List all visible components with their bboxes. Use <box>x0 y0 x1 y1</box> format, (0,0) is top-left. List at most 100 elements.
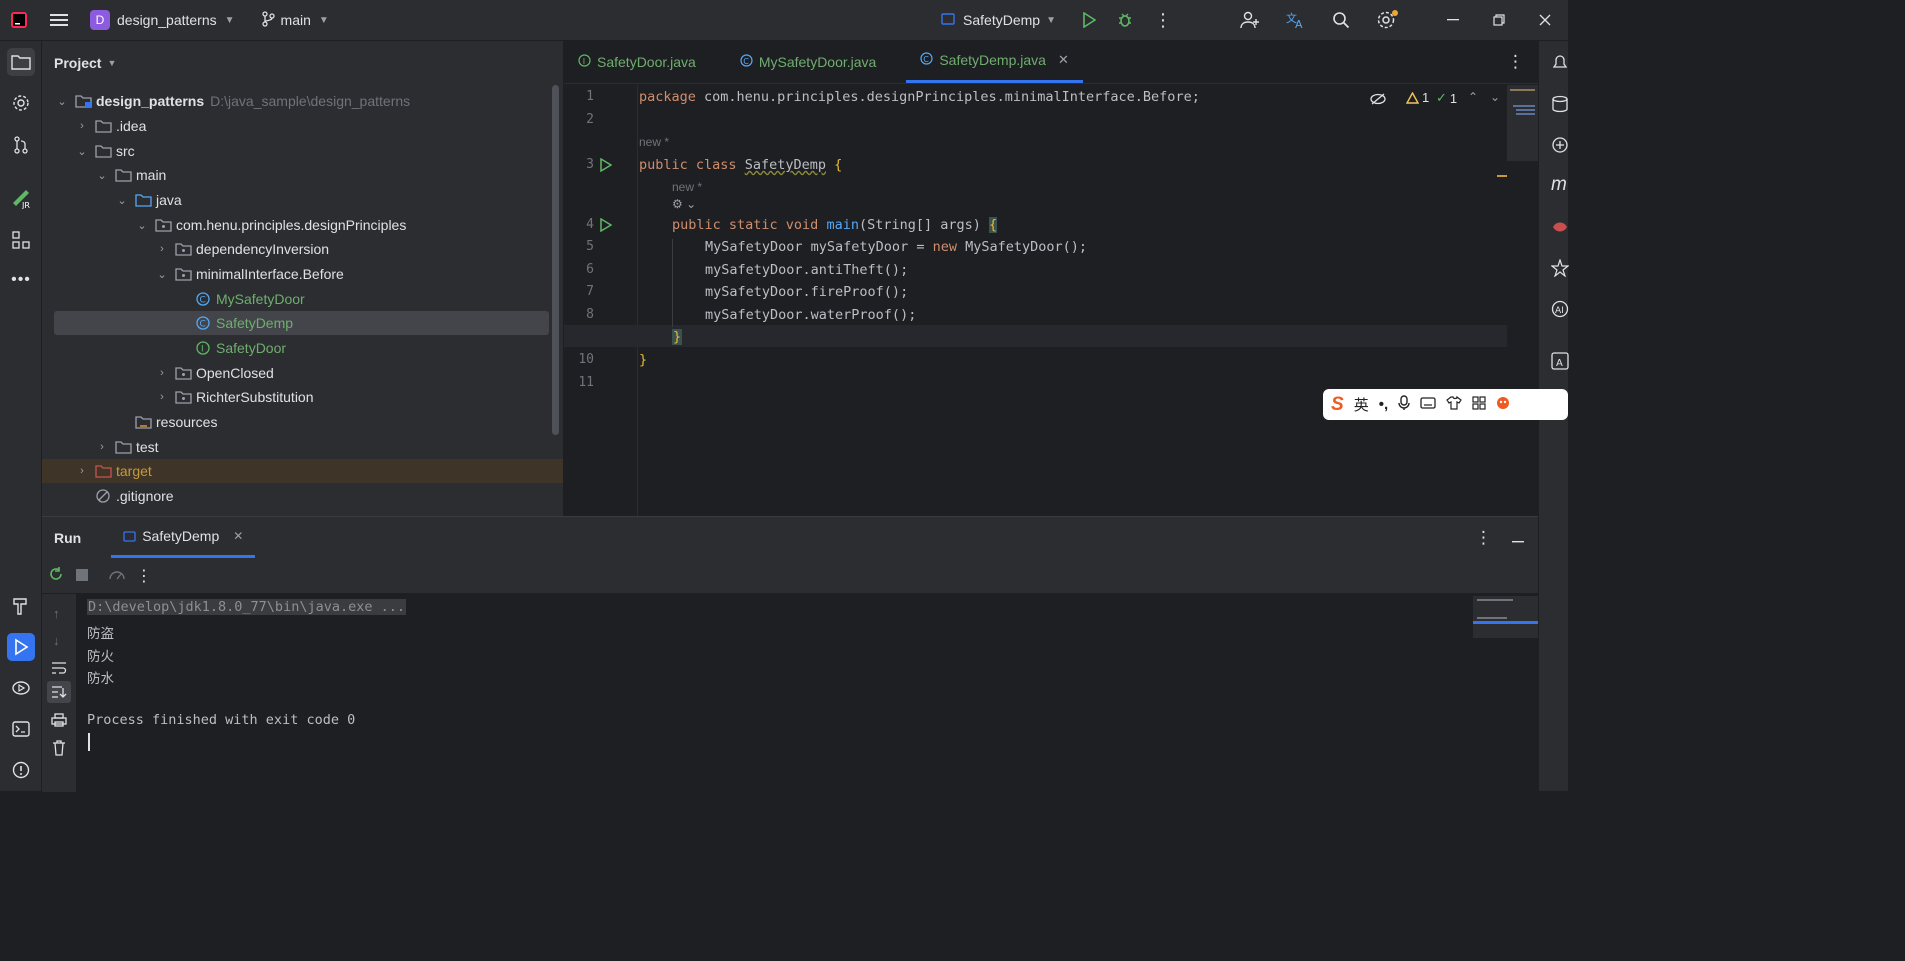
terminal-icon[interactable] <box>7 715 35 743</box>
keyboard-icon[interactable] <box>1420 396 1436 413</box>
run-main-gutter-icon[interactable] <box>600 217 613 235</box>
run-button[interactable] <box>1076 0 1102 41</box>
run-tool-icon[interactable] <box>7 633 35 661</box>
ai-assistant-icon[interactable] <box>1551 136 1569 157</box>
stop-icon[interactable] <box>76 568 88 584</box>
tree-item-dependency-inversion[interactable]: › dependencyInversion <box>54 237 551 261</box>
code-line-8[interactable]: mySafetyDoor.waterProof(); <box>705 307 916 323</box>
problems-icon[interactable] <box>7 756 35 784</box>
tree-item-mysafetydoor[interactable]: C MySafetyDoor <box>54 287 551 311</box>
editor-minimap[interactable] <box>1507 85 1538 161</box>
tree-item-openclosed[interactable]: › OpenClosed <box>54 361 551 385</box>
code-line-1[interactable]: package com.henu.principles.designPrinci… <box>639 89 1200 105</box>
project-selector[interactable]: D design_patterns ▼ <box>84 0 241 41</box>
main-menu-icon[interactable] <box>38 0 80 41</box>
translator-panel-icon[interactable]: A <box>1551 352 1569 373</box>
ime-mascot-icon[interactable] <box>1496 396 1510 414</box>
project-scrollbar[interactable] <box>552 85 559 435</box>
console-minimap[interactable] <box>1473 596 1538 638</box>
tab-safetydoor[interactable]: I SafetyDoor.java <box>564 40 710 83</box>
run-more-icon[interactable]: ⋮ <box>136 566 152 586</box>
code-line-9[interactable]: } <box>672 329 683 345</box>
tree-item-safetydemp[interactable]: C SafetyDemp <box>54 311 549 335</box>
inlay-author-hint[interactable]: new * <box>639 135 669 149</box>
code-line-5[interactable]: MySafetyDoor mySafetyDoor = new MySafety… <box>705 239 1087 255</box>
branch-selector[interactable]: main ▼ <box>255 0 335 41</box>
code-line-3[interactable]: public class SafetyDemp { <box>639 157 842 173</box>
tree-item-resources[interactable]: resources <box>54 410 551 434</box>
run-options-icon[interactable]: ⋮ <box>1475 528 1492 548</box>
add-user-icon[interactable] <box>1234 0 1266 41</box>
tree-item-idea[interactable]: › .idea <box>54 114 551 138</box>
previous-highlight-icon[interactable]: ⌃ <box>1468 90 1478 104</box>
restore-button[interactable] <box>1476 0 1522 41</box>
app-logo[interactable] <box>0 0 38 41</box>
scroll-down-icon[interactable]: ↓ <box>53 633 60 648</box>
print-icon[interactable] <box>51 713 67 730</box>
ai-chat-icon[interactable]: AI <box>1551 300 1569 321</box>
maven-icon[interactable]: m <box>1551 174 1567 196</box>
console-command-line[interactable]: D:\develop\jdk1.8.0_77\bin\java.exe ... <box>87 599 406 615</box>
structure-icon[interactable] <box>7 226 35 254</box>
warning-marker[interactable] <box>1497 175 1507 177</box>
ime-language-toggle[interactable]: 英 <box>1354 394 1369 415</box>
services-gear-icon[interactable] <box>7 89 35 117</box>
tab-safetydemp[interactable]: C SafetyDemp.java ✕ <box>906 40 1083 83</box>
debug-button[interactable] <box>1110 0 1140 41</box>
inlay-author-hint[interactable]: new * <box>672 180 702 194</box>
more-actions-icon[interactable]: ⋮ <box>1148 0 1178 41</box>
hide-panel-icon[interactable] <box>1512 530 1524 546</box>
code-line-6[interactable]: mySafetyDoor.antiTheft(); <box>705 262 908 278</box>
plugin-star-icon[interactable] <box>1550 258 1570 280</box>
settings-icon[interactable] <box>1370 0 1402 41</box>
plugin-red-icon[interactable] <box>1551 219 1569 238</box>
project-tool-icon[interactable] <box>7 48 35 76</box>
search-icon[interactable] <box>1326 0 1356 41</box>
tree-item-minimal-interface[interactable]: ⌄ minimalInterface.Before <box>54 262 551 286</box>
tree-item-test[interactable]: › test <box>54 435 551 459</box>
run-tab-safetydemp[interactable]: SafetyDemp ✕ <box>111 517 256 558</box>
code-line-4[interactable]: public static void main(String[] args) { <box>672 217 998 233</box>
console-output-line[interactable]: 防火 <box>87 645 114 665</box>
tree-item-package-root[interactable]: ⌄ com.henu.principles.designPrinciples <box>54 213 551 237</box>
build-hammer-icon[interactable] <box>7 592 35 620</box>
close-window-button[interactable] <box>1522 0 1568 41</box>
more-tools-icon[interactable]: ••• <box>7 266 35 294</box>
trash-icon[interactable] <box>52 740 66 759</box>
notifications-icon[interactable] <box>1551 53 1569 74</box>
console-exit-line[interactable]: Process finished with exit code 0 <box>87 712 355 728</box>
rerun-icon[interactable] <box>48 566 64 585</box>
tree-item-safetydoor[interactable]: I SafetyDoor <box>54 336 551 360</box>
jrebel-icon[interactable]: JR <box>7 184 35 212</box>
translate-icon[interactable]: 文A <box>1280 0 1312 41</box>
tree-item-richter[interactable]: › RichterSubstitution <box>54 385 551 409</box>
profiler-icon[interactable] <box>108 566 126 585</box>
tree-item-src[interactable]: ⌄ src <box>54 139 551 163</box>
tree-item-main[interactable]: ⌄ main <box>54 163 551 187</box>
scroll-up-icon[interactable]: ↑ <box>53 606 60 621</box>
console-output-line[interactable]: 防盗 <box>87 622 114 642</box>
warnings-indicator[interactable]: 1 <box>1406 90 1429 105</box>
commit-icon[interactable] <box>7 131 35 159</box>
console-output-line[interactable]: 防水 <box>87 667 114 687</box>
code-line-10[interactable]: } <box>639 352 647 368</box>
run-class-gutter-icon[interactable] <box>600 157 613 175</box>
close-tab-icon[interactable]: ✕ <box>1058 52 1069 68</box>
tab-mysafetydoor[interactable]: C MySafetyDoor.java <box>726 40 891 83</box>
minimize-button[interactable] <box>1430 0 1476 41</box>
toolbox-grid-icon[interactable] <box>1472 395 1486 414</box>
code-line-7[interactable]: mySafetyDoor.fireProof(); <box>705 284 908 300</box>
soft-wrap-icon[interactable] <box>51 661 67 678</box>
code-vision-icon[interactable]: ⚙ ⌄ <box>672 197 696 211</box>
tree-item-design-patterns[interactable]: ⌄ design_patterns D:\java_sample\design_… <box>54 89 551 113</box>
microphone-icon[interactable] <box>1398 394 1410 415</box>
database-icon[interactable] <box>1551 95 1569 116</box>
tree-item-java[interactable]: ⌄ java <box>54 188 551 212</box>
next-highlight-icon[interactable]: ⌄ <box>1490 90 1500 104</box>
sogou-logo-icon[interactable]: S <box>1331 394 1344 416</box>
scroll-to-end-icon[interactable] <box>47 681 71 703</box>
tab-options-icon[interactable]: ⋮ <box>1493 40 1538 83</box>
checks-indicator[interactable]: ✓ 1 <box>1436 90 1457 106</box>
reader-mode-icon[interactable] <box>1370 92 1386 108</box>
ime-punctuation-icon[interactable]: •, <box>1379 396 1388 413</box>
